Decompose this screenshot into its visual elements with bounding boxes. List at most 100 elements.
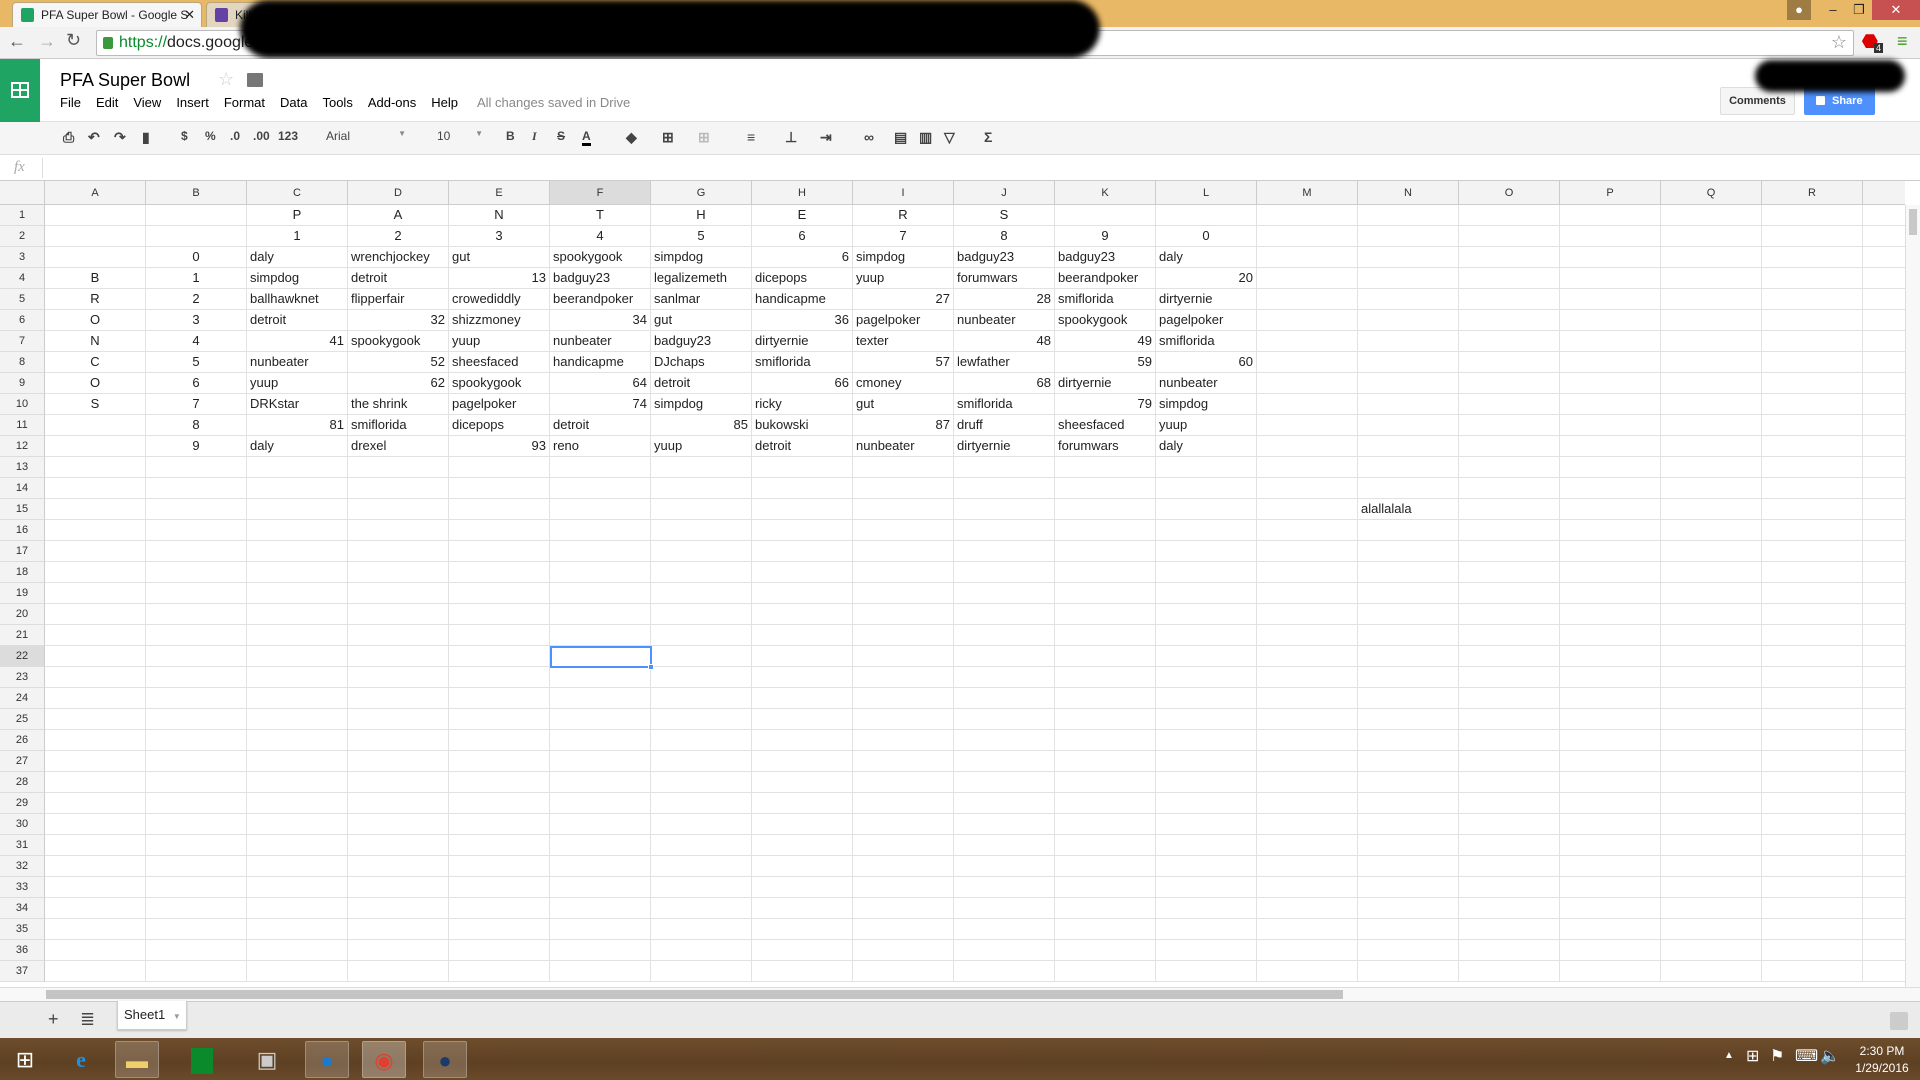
cell-G6[interactable]: gut bbox=[651, 310, 752, 331]
cell-C33[interactable] bbox=[247, 877, 348, 898]
cell-A19[interactable] bbox=[45, 583, 146, 604]
functions-button[interactable]: Σ bbox=[984, 129, 992, 145]
row-header-4[interactable]: 4 bbox=[0, 268, 45, 289]
fill-handle[interactable] bbox=[648, 664, 654, 670]
resource-monitor-icon[interactable]: ▣ bbox=[245, 1041, 289, 1078]
cell-Q7[interactable] bbox=[1661, 331, 1762, 352]
cell-P27[interactable] bbox=[1560, 751, 1661, 772]
cell-I37[interactable] bbox=[853, 961, 954, 982]
cell-K2[interactable]: 9 bbox=[1055, 226, 1156, 247]
cell-S18[interactable] bbox=[1863, 562, 1905, 583]
cell-L24[interactable] bbox=[1156, 688, 1257, 709]
cell-F3[interactable]: spookygook bbox=[550, 247, 651, 268]
cell-C3[interactable]: daly bbox=[247, 247, 348, 268]
cell-B2[interactable] bbox=[146, 226, 247, 247]
cell-A11[interactable] bbox=[45, 415, 146, 436]
cell-K26[interactable] bbox=[1055, 730, 1156, 751]
windows-start-icon[interactable]: ⊞ bbox=[3, 1041, 47, 1078]
cell-F33[interactable] bbox=[550, 877, 651, 898]
cell-F12[interactable]: reno bbox=[550, 436, 651, 457]
cell-A30[interactable] bbox=[45, 814, 146, 835]
cell-E7[interactable]: yuup bbox=[449, 331, 550, 352]
insert-chart-icon[interactable]: ▥ bbox=[919, 129, 932, 146]
cell-A12[interactable] bbox=[45, 436, 146, 457]
merge-cells-icon[interactable]: ⊞ bbox=[698, 129, 710, 146]
cell-D26[interactable] bbox=[348, 730, 449, 751]
cell-P16[interactable] bbox=[1560, 520, 1661, 541]
cell-E21[interactable] bbox=[449, 625, 550, 646]
cell-L31[interactable] bbox=[1156, 835, 1257, 856]
cell-G9[interactable]: detroit bbox=[651, 373, 752, 394]
cell-K31[interactable] bbox=[1055, 835, 1156, 856]
cell-D7[interactable]: spookygook bbox=[348, 331, 449, 352]
cell-E18[interactable] bbox=[449, 562, 550, 583]
cell-J13[interactable] bbox=[954, 457, 1055, 478]
cell-C16[interactable] bbox=[247, 520, 348, 541]
cell-Q36[interactable] bbox=[1661, 940, 1762, 961]
cell-N34[interactable] bbox=[1358, 898, 1459, 919]
cell-D36[interactable] bbox=[348, 940, 449, 961]
cell-K33[interactable] bbox=[1055, 877, 1156, 898]
cell-I16[interactable] bbox=[853, 520, 954, 541]
cell-R10[interactable] bbox=[1762, 394, 1863, 415]
cell-O15[interactable] bbox=[1459, 499, 1560, 520]
cell-S5[interactable] bbox=[1863, 289, 1905, 310]
cell-O29[interactable] bbox=[1459, 793, 1560, 814]
cell-H23[interactable] bbox=[752, 667, 853, 688]
cell-H6[interactable]: 36 bbox=[752, 310, 853, 331]
cell-G16[interactable] bbox=[651, 520, 752, 541]
cell-Q33[interactable] bbox=[1661, 877, 1762, 898]
undo-icon[interactable]: ↶ bbox=[88, 129, 100, 146]
cell-S33[interactable] bbox=[1863, 877, 1905, 898]
cell-N7[interactable] bbox=[1358, 331, 1459, 352]
cell-N5[interactable] bbox=[1358, 289, 1459, 310]
cell-E35[interactable] bbox=[449, 919, 550, 940]
cell-Q21[interactable] bbox=[1661, 625, 1762, 646]
row-header-15[interactable]: 15 bbox=[0, 499, 45, 520]
cell-I7[interactable]: texter bbox=[853, 331, 954, 352]
increase-decimal-button[interactable]: .00 bbox=[253, 129, 270, 143]
cell-A3[interactable] bbox=[45, 247, 146, 268]
cell-J26[interactable] bbox=[954, 730, 1055, 751]
cell-H35[interactable] bbox=[752, 919, 853, 940]
cell-R30[interactable] bbox=[1762, 814, 1863, 835]
cell-C30[interactable] bbox=[247, 814, 348, 835]
column-header-r[interactable]: R bbox=[1762, 181, 1863, 204]
cell-H21[interactable] bbox=[752, 625, 853, 646]
cell-J7[interactable]: 48 bbox=[954, 331, 1055, 352]
cell-S16[interactable] bbox=[1863, 520, 1905, 541]
action-center-windows-icon[interactable]: ⊞ bbox=[1746, 1046, 1759, 1066]
cell-O17[interactable] bbox=[1459, 541, 1560, 562]
cell-G18[interactable] bbox=[651, 562, 752, 583]
row-header-33[interactable]: 33 bbox=[0, 877, 45, 898]
cell-D18[interactable] bbox=[348, 562, 449, 583]
cell-N11[interactable] bbox=[1358, 415, 1459, 436]
cell-P12[interactable] bbox=[1560, 436, 1661, 457]
cell-F17[interactable] bbox=[550, 541, 651, 562]
column-header-k[interactable]: K bbox=[1055, 181, 1156, 204]
menu-file[interactable]: File bbox=[60, 95, 81, 110]
cell-Q25[interactable] bbox=[1661, 709, 1762, 730]
cell-S37[interactable] bbox=[1863, 961, 1905, 982]
cell-J21[interactable] bbox=[954, 625, 1055, 646]
row-header-28[interactable]: 28 bbox=[0, 772, 45, 793]
cell-M7[interactable] bbox=[1257, 331, 1358, 352]
cell-L11[interactable]: yuup bbox=[1156, 415, 1257, 436]
cell-L35[interactable] bbox=[1156, 919, 1257, 940]
cell-P2[interactable] bbox=[1560, 226, 1661, 247]
cell-L36[interactable] bbox=[1156, 940, 1257, 961]
menu-view[interactable]: View bbox=[133, 95, 161, 110]
cell-R18[interactable] bbox=[1762, 562, 1863, 583]
volume-icon[interactable]: 🔈 bbox=[1820, 1046, 1840, 1066]
sheet-tab-sheet1[interactable]: Sheet1 ▼ bbox=[117, 1001, 187, 1030]
cell-G31[interactable] bbox=[651, 835, 752, 856]
row-header-27[interactable]: 27 bbox=[0, 751, 45, 772]
cell-P4[interactable] bbox=[1560, 268, 1661, 289]
cell-L7[interactable]: smiflorida bbox=[1156, 331, 1257, 352]
formula-input[interactable] bbox=[42, 158, 1912, 178]
column-header-f[interactable]: F bbox=[550, 181, 651, 204]
cell-B14[interactable] bbox=[146, 478, 247, 499]
row-header-22[interactable]: 22 bbox=[0, 646, 45, 667]
cell-A23[interactable] bbox=[45, 667, 146, 688]
cell-H1[interactable]: E bbox=[752, 205, 853, 226]
